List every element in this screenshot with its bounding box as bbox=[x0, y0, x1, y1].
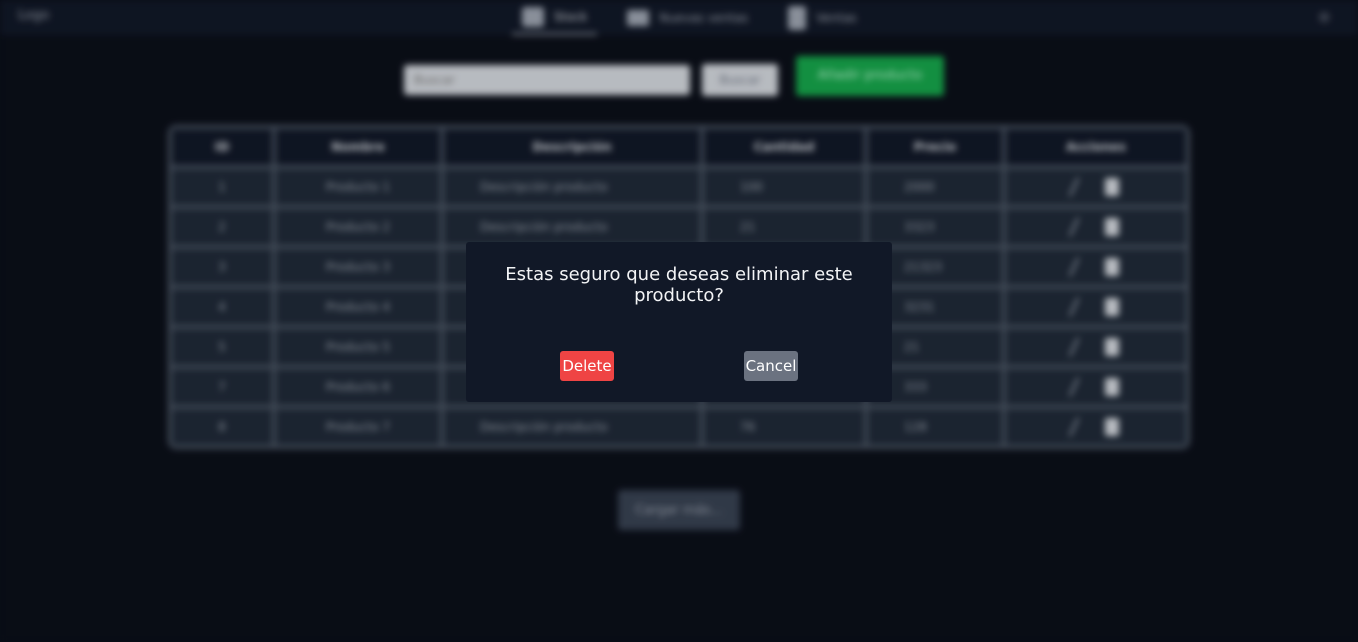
cancel-button[interactable]: Cancel bbox=[744, 351, 798, 381]
delete-button[interactable]: Delete bbox=[560, 351, 614, 381]
delete-confirm-dialog: Estas seguro que deseas eliminar este pr… bbox=[466, 242, 892, 402]
dialog-message: Estas seguro que deseas eliminar este pr… bbox=[505, 264, 853, 306]
